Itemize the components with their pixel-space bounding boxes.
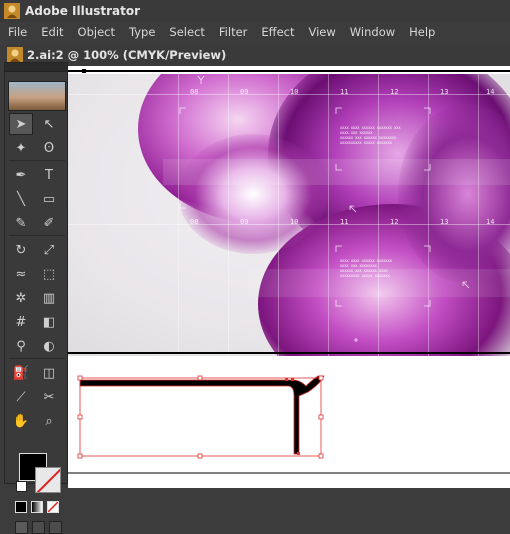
anchor-point bbox=[82, 69, 86, 73]
rotate-tool-icon[interactable]: ↻ bbox=[9, 239, 33, 261]
menu-type[interactable]: Type bbox=[121, 25, 161, 39]
mesh-tool-icon[interactable]: # bbox=[9, 311, 33, 333]
live-paint-bucket-tool-icon[interactable]: ⛽ bbox=[9, 362, 33, 384]
gradient-tool-icon[interactable]: ◧ bbox=[37, 311, 61, 333]
direct-selection-tool-icon[interactable]: ↖ bbox=[37, 113, 61, 135]
document-title-bar[interactable]: 2.ai:2 @ 100% (CMYK/Preview) bbox=[5, 44, 510, 66]
selected-frame-shape[interactable] bbox=[68, 366, 510, 476]
gradient-mode-icon[interactable] bbox=[31, 501, 43, 513]
type-tool-icon[interactable]: T bbox=[37, 164, 61, 186]
live-paint-selection-tool-icon[interactable]: ◫ bbox=[37, 362, 61, 384]
paintbrush-tool-icon[interactable]: ✎ bbox=[9, 212, 33, 234]
toolbox-panel: ➤ ↖ ✦ ʘ ✒ T ╲ ▭ ✎ ✐ ↻ ⤢ ≈ ⬚ ✲ ▥ # ◧ ⚲ ◐ ⛽ ◫ ⟋ ✂ ✋ ⌕ bbox=[4, 62, 68, 534]
crop-marks bbox=[179, 75, 470, 342]
eyedropper-tool-icon[interactable]: ⚲ bbox=[9, 335, 33, 357]
full-screen-mode-icon[interactable] bbox=[49, 521, 62, 534]
scale-tool-icon[interactable]: ⤢ bbox=[37, 239, 61, 261]
menu-window[interactable]: Window bbox=[342, 25, 401, 39]
pen-tool-icon[interactable]: ✒ bbox=[9, 164, 33, 186]
app-title: Adobe Illustrator bbox=[25, 4, 141, 18]
app-title-bar: Adobe Illustrator bbox=[0, 0, 510, 23]
standard-screen-mode-icon[interactable] bbox=[15, 521, 28, 534]
illustrator-splash-thumbnail[interactable] bbox=[8, 81, 66, 111]
hand-tool-icon[interactable]: ✋ bbox=[9, 410, 33, 432]
artboard-canvas[interactable]: 08 09 10 11 12 13 14 08 09 10 11 12 13 1… bbox=[68, 66, 510, 488]
lasso-tool-icon[interactable]: ʘ bbox=[37, 137, 61, 159]
line-segment-tool-icon[interactable]: ╲ bbox=[9, 188, 33, 210]
free-transform-tool-icon[interactable]: ⬚ bbox=[37, 263, 61, 285]
artwork-caption: XXXX XXXX XXXXXX XXXXXXX XXXX XXX XXXXXX… bbox=[340, 259, 392, 278]
document-title: 2.ai:2 @ 100% (CMYK/Preview) bbox=[27, 48, 227, 62]
artwork-image: 08 09 10 11 12 13 14 08 09 10 11 12 13 1… bbox=[68, 74, 510, 356]
magic-wand-tool-icon[interactable]: ✦ bbox=[9, 137, 33, 159]
toolbox-separator bbox=[9, 235, 65, 236]
full-screen-menu-mode-icon[interactable] bbox=[32, 521, 45, 534]
toolbox-grip[interactable] bbox=[5, 63, 67, 72]
artwork-caption: XXXX XXXX XXXXXX XXXXXXX XXX XXXX XXX XX… bbox=[340, 126, 401, 145]
menu-bar: File Edit Object Type Select Filter Effe… bbox=[0, 22, 510, 42]
menu-edit[interactable]: Edit bbox=[33, 25, 69, 39]
symbol-sprayer-tool-icon[interactable]: ✲ bbox=[9, 287, 33, 309]
rectangle-tool-icon[interactable]: ▭ bbox=[37, 188, 61, 210]
menu-file[interactable]: File bbox=[0, 25, 33, 39]
selection-tool-icon[interactable]: ➤ bbox=[9, 113, 33, 135]
default-colors-icon[interactable] bbox=[16, 481, 27, 492]
menu-help[interactable]: Help bbox=[401, 25, 441, 39]
artwork-bottom-edge bbox=[68, 352, 510, 354]
menu-select[interactable]: Select bbox=[161, 25, 210, 39]
zoom-tool-icon[interactable]: ⌕ bbox=[37, 410, 61, 432]
pencil-tool-icon[interactable]: ✐ bbox=[37, 212, 61, 234]
slice-tool-icon[interactable]: ⟋ bbox=[9, 386, 33, 408]
scissors-tool-icon[interactable]: ✂ bbox=[37, 386, 61, 408]
warp-tool-icon[interactable]: ≈ bbox=[9, 263, 33, 285]
menu-object[interactable]: Object bbox=[70, 25, 121, 39]
document-window: 2.ai:2 @ 100% (CMYK/Preview) 08 09 10 11… bbox=[5, 44, 510, 488]
menu-filter[interactable]: Filter bbox=[211, 25, 253, 39]
color-mode-icon[interactable] bbox=[15, 501, 27, 513]
top-guide-line bbox=[68, 70, 510, 72]
toolbox-separator bbox=[9, 160, 65, 161]
menu-effect[interactable]: Effect bbox=[253, 25, 300, 39]
toolbox-separator bbox=[9, 358, 65, 359]
illustrator-app-icon bbox=[4, 3, 20, 19]
stroke-color-swatch[interactable] bbox=[35, 467, 61, 493]
blend-tool-icon[interactable]: ◐ bbox=[37, 335, 61, 357]
column-graph-tool-icon[interactable]: ▥ bbox=[37, 287, 61, 309]
menu-view[interactable]: View bbox=[301, 25, 342, 39]
document-icon bbox=[7, 47, 23, 63]
none-mode-icon[interactable] bbox=[47, 501, 59, 513]
